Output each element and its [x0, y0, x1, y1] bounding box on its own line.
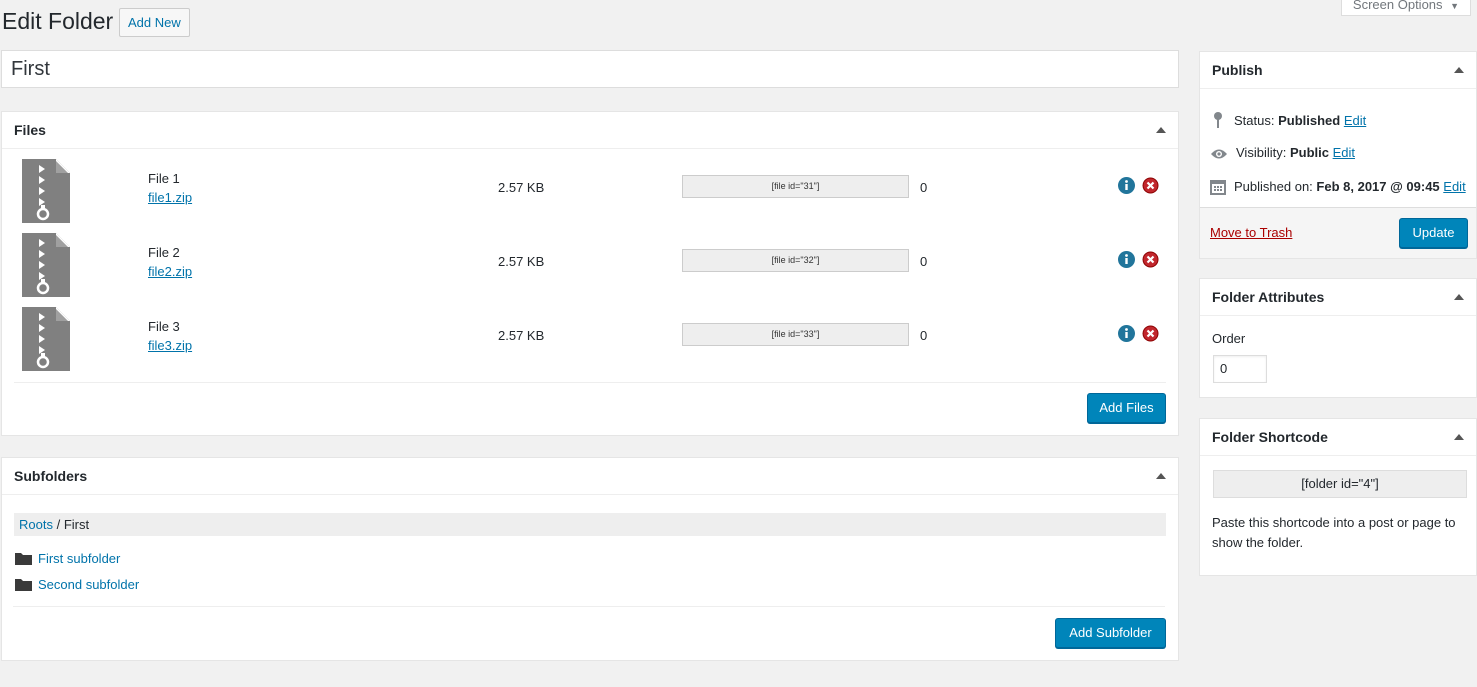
- subfolder-item[interactable]: Second subfolder: [15, 577, 139, 592]
- title-input[interactable]: First: [1, 50, 1179, 88]
- info-icon[interactable]: [1118, 177, 1135, 194]
- folder-shortcode-header[interactable]: Folder Shortcode: [1200, 419, 1476, 456]
- divider: [13, 606, 1165, 607]
- subfolders-title: Subfolders: [14, 468, 88, 484]
- delete-icon[interactable]: [1142, 325, 1159, 342]
- pin-icon: [1214, 112, 1222, 128]
- add-new-button[interactable]: Add New: [119, 8, 190, 37]
- zip-file-icon: [22, 307, 70, 371]
- delete-icon[interactable]: [1142, 177, 1159, 194]
- collapse-icon[interactable]: [1454, 434, 1464, 440]
- publish-actions: Move to Trash Update: [1200, 207, 1476, 258]
- status-value: Published: [1278, 113, 1341, 128]
- zip-file-icon: [22, 233, 70, 297]
- order-input[interactable]: 0: [1213, 355, 1267, 383]
- edit-date-link[interactable]: Edit: [1443, 179, 1465, 194]
- breadcrumb-root-link[interactable]: Roots: [19, 517, 53, 532]
- folder-shortcode-title: Folder Shortcode: [1212, 429, 1328, 445]
- publish-postbox: Publish Status: Published Edit Visibilit…: [1199, 51, 1477, 259]
- folder-shortcode-description: Paste this shortcode into a post or page…: [1212, 515, 1456, 550]
- caret-down-icon: ▼: [1450, 1, 1460, 11]
- file-link[interactable]: file3.zip: [148, 338, 192, 353]
- folder-attributes-title: Folder Attributes: [1212, 289, 1325, 305]
- file-title: File 3: [148, 319, 180, 334]
- file-size: 2.57 KB: [498, 254, 545, 269]
- folder-shortcode-postbox: Folder Shortcode [folder id="4"] Paste t…: [1199, 418, 1477, 576]
- folder-shortcode-field[interactable]: [folder id="4"]: [1213, 470, 1467, 498]
- info-icon[interactable]: [1118, 325, 1135, 342]
- file-link[interactable]: file1.zip: [148, 190, 192, 205]
- subfolder-label: First subfolder: [38, 551, 121, 566]
- folder-icon: [15, 553, 32, 565]
- publish-postbox-header[interactable]: Publish: [1200, 52, 1476, 89]
- edit-status-link[interactable]: Edit: [1344, 113, 1366, 128]
- visibility-row: Visibility: Public Edit: [1210, 145, 1355, 161]
- subfolder-label: Second subfolder: [38, 577, 140, 592]
- published-date-row: Published on: Feb 8, 2017 @ 09:45 Edit: [1210, 179, 1466, 195]
- collapse-icon[interactable]: [1454, 67, 1464, 73]
- files-title: Files: [14, 122, 46, 138]
- file-shortcode-field[interactable]: [file id="31"]: [682, 175, 909, 198]
- folder-icon: [15, 579, 32, 591]
- subfolder-item[interactable]: First subfolder: [15, 551, 120, 566]
- screen-options-button[interactable]: Screen Options ▼: [1341, 0, 1471, 16]
- file-size: 2.57 KB: [498, 180, 545, 195]
- visibility-label: Visibility:: [1236, 145, 1287, 160]
- file-title: File 1: [148, 171, 180, 186]
- download-count: 0: [920, 254, 928, 269]
- page-title: Edit Folder: [2, 8, 114, 34]
- delete-icon[interactable]: [1142, 251, 1159, 268]
- update-button[interactable]: Update: [1399, 218, 1468, 248]
- file-link[interactable]: file2.zip: [148, 264, 192, 279]
- file-row: File 3 file3.zip 2.57 KB [file id="33"] …: [22, 307, 1162, 371]
- file-size: 2.57 KB: [498, 328, 545, 343]
- move-to-trash-link[interactable]: Move to Trash: [1210, 225, 1292, 240]
- file-shortcode-field[interactable]: [file id="32"]: [682, 249, 909, 272]
- visibility-value: Public: [1289, 145, 1329, 160]
- files-postbox-header[interactable]: Files: [2, 112, 1178, 149]
- order-label: Order: [1212, 331, 1246, 346]
- screen-options-label: Screen Options: [1352, 0, 1443, 12]
- file-row: File 1 file1.zip 2.57 KB [file id="31"] …: [22, 159, 1162, 223]
- published-value: Feb 8, 2017 @ 09:45: [1316, 179, 1440, 194]
- breadcrumb: Roots / First: [14, 513, 1166, 536]
- file-title: File 2: [148, 245, 180, 260]
- add-subfolder-button[interactable]: Add Subfolder: [1055, 618, 1166, 648]
- zip-file-icon: [22, 159, 70, 223]
- published-label: Published on:: [1234, 179, 1313, 194]
- calendar-icon: [1210, 180, 1226, 195]
- breadcrumb-current: First: [63, 517, 90, 532]
- edit-visibility-link[interactable]: Edit: [1333, 145, 1355, 160]
- download-count: 0: [920, 180, 928, 195]
- folder-attributes-header[interactable]: Folder Attributes: [1200, 279, 1476, 316]
- status-label: Status:: [1234, 113, 1275, 128]
- breadcrumb-separator: /: [52, 517, 64, 532]
- divider: [14, 382, 1166, 383]
- collapse-icon[interactable]: [1156, 127, 1166, 133]
- publish-title: Publish: [1212, 62, 1263, 78]
- subfolders-postbox: Subfolders: [1, 457, 1179, 661]
- eye-icon: [1211, 149, 1227, 159]
- files-postbox: Files File 1 file1.zip 2.57 KB [file id=…: [1, 111, 1179, 436]
- info-icon[interactable]: [1118, 251, 1135, 268]
- collapse-icon[interactable]: [1454, 294, 1464, 300]
- status-row: Status: Published Edit: [1210, 111, 1366, 129]
- file-row: File 2 file2.zip 2.57 KB [file id="32"] …: [22, 233, 1162, 297]
- file-shortcode-field[interactable]: [file id="33"]: [682, 323, 909, 346]
- add-files-button[interactable]: Add Files: [1087, 393, 1166, 423]
- collapse-icon[interactable]: [1156, 473, 1166, 479]
- subfolders-postbox-header[interactable]: Subfolders: [2, 458, 1178, 495]
- download-count: 0: [920, 328, 928, 343]
- folder-attributes-postbox: Folder Attributes Order 0: [1199, 278, 1477, 398]
